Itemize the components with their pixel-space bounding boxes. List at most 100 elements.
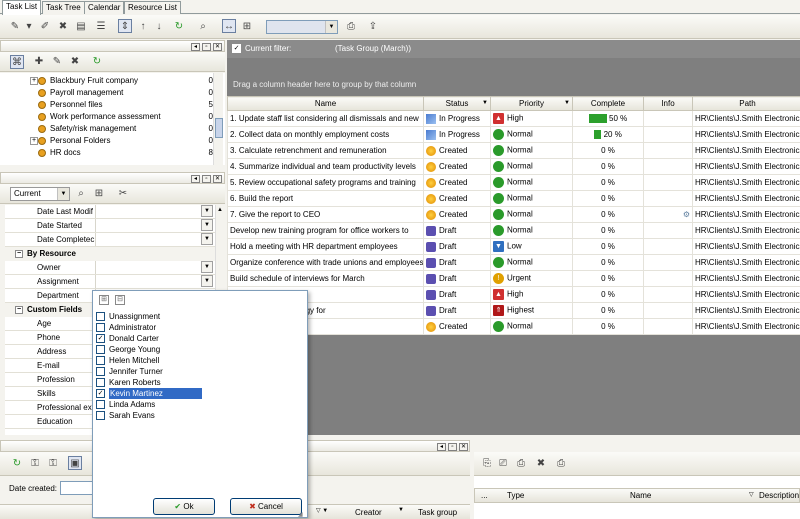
- chevron-down-icon[interactable]: ▼: [201, 261, 213, 273]
- cell-complete[interactable]: 0 %: [572, 238, 644, 255]
- view-combo[interactable]: Current ▼: [10, 187, 70, 201]
- col-name-label[interactable]: Name: [630, 491, 651, 500]
- cell-priority[interactable]: Normal: [490, 142, 573, 159]
- scroll-up-icon[interactable]: ▲: [217, 207, 223, 213]
- filter-icon[interactable]: ⌕: [74, 187, 88, 201]
- chevron-down-icon[interactable]: ▼: [201, 219, 213, 231]
- cell-path[interactable]: HR\Clients\J.Smith Electronics,: [692, 158, 800, 175]
- cell-complete[interactable]: 0 %: [572, 190, 644, 207]
- cell-info[interactable]: [643, 318, 693, 335]
- filter-dropdown-icon[interactable]: ▼: [398, 507, 404, 513]
- cell-info[interactable]: [643, 110, 693, 127]
- cell-priority[interactable]: ⇑ Highest: [490, 302, 573, 319]
- table-row[interactable]: 7. Give the report to CEO Created Normal 0 …: [227, 206, 800, 223]
- assignee-item[interactable]: ✓ Donald Carter: [96, 333, 201, 344]
- move-down-icon[interactable]: ↓: [152, 20, 166, 34]
- cell-path[interactable]: HR\Clients\J.Smith Electronics,: [692, 190, 800, 207]
- cell-status[interactable]: Draft: [423, 270, 491, 287]
- cell-path[interactable]: HR\Clients\J.Smith Electronics,: [692, 174, 800, 191]
- cell-info[interactable]: [643, 222, 693, 239]
- table-row[interactable]: Organize conference with trade unions an…: [227, 254, 800, 271]
- cell-name[interactable]: 4. Summarize individual and team product…: [227, 158, 424, 175]
- chevron-down-icon[interactable]: ▼: [201, 275, 213, 287]
- chevron-down-icon[interactable]: ▼: [201, 233, 213, 245]
- cell-name[interactable]: 7. Give the report to CEO: [227, 206, 424, 223]
- tab-task-tree[interactable]: Task Tree: [42, 1, 85, 14]
- col-type-label[interactable]: Type: [507, 491, 524, 500]
- cell-name[interactable]: Develop new training program for office …: [227, 222, 424, 239]
- col-header-path[interactable]: Path: [692, 96, 800, 111]
- refresh-icon[interactable]: ↻: [10, 457, 24, 471]
- resize-grip-icon[interactable]: ◢: [298, 511, 306, 518]
- table-row[interactable]: Hold a meeting with HR department employ…: [227, 238, 800, 255]
- cell-info[interactable]: [643, 126, 693, 143]
- save-icon[interactable]: ⎙: [514, 457, 528, 471]
- property-row[interactable]: Assignment ▼: [5, 275, 217, 289]
- delete-icon[interactable]: ✖: [56, 20, 70, 34]
- expand-icon[interactable]: +: [30, 77, 38, 85]
- filter-value[interactable]: (Task Group (March)): [335, 44, 411, 53]
- cell-path[interactable]: HR\Clients\J.Smith Electronics,: [692, 318, 800, 335]
- table-row[interactable]: Build schedule of interviews for March Dr…: [227, 270, 800, 287]
- cell-priority[interactable]: ! Urgent: [490, 270, 573, 287]
- cell-priority[interactable]: ▲ High: [490, 110, 573, 127]
- cell-status[interactable]: In Progress: [423, 110, 491, 127]
- attach-icon[interactable]: ⎘: [480, 457, 494, 471]
- cell-status[interactable]: Created: [423, 318, 491, 335]
- folder-icon[interactable]: ▤: [74, 20, 88, 34]
- table-row[interactable]: 4. Summarize individual and team product…: [227, 158, 800, 175]
- cell-complete[interactable]: 0 %: [572, 158, 644, 175]
- table-row[interactable]: edit departmentDraft▲High0 %HR\Clients\J…: [227, 286, 800, 303]
- cell-complete[interactable]: 20 %: [572, 126, 644, 143]
- tree-scrollbar[interactable]: [213, 73, 223, 165]
- columns-icon[interactable]: ⊞: [92, 187, 106, 201]
- assignee-checkbox[interactable]: ✓: [96, 389, 105, 398]
- cell-name[interactable]: Organize conference with trade unions an…: [227, 254, 424, 271]
- cell-info[interactable]: ⚙: [643, 206, 693, 223]
- cell-status[interactable]: Created: [423, 142, 491, 159]
- assignee-checkbox[interactable]: [96, 345, 105, 354]
- cell-complete[interactable]: 0 %: [572, 254, 644, 271]
- cell-name[interactable]: 6. Build the report: [227, 190, 424, 207]
- edit-icon[interactable]: ✐: [38, 20, 52, 34]
- cell-name[interactable]: 2. Collect data on monthly employment co…: [227, 126, 424, 143]
- cell-priority[interactable]: Normal: [490, 174, 573, 191]
- filter-icon[interactable]: ⌘: [10, 55, 24, 69]
- cell-complete[interactable]: 0 %: [572, 142, 644, 159]
- cell-status[interactable]: Draft: [423, 222, 491, 239]
- col-creator-label[interactable]: Creator: [355, 508, 382, 517]
- cell-priority[interactable]: Normal: [490, 190, 573, 207]
- col-header-status[interactable]: Status ▼: [423, 96, 491, 111]
- unlock-icon[interactable]: ⚿: [46, 457, 60, 471]
- close-icon[interactable]: ✕: [459, 443, 468, 451]
- expand-icon[interactable]: +: [30, 137, 38, 145]
- cell-status[interactable]: Draft: [423, 238, 491, 255]
- cell-status[interactable]: Draft: [423, 286, 491, 303]
- table-row[interactable]: training with staffCreatedNormal0 %HR\Cl…: [227, 318, 800, 335]
- assignee-checkbox[interactable]: ✓: [96, 334, 105, 343]
- assignee-checkbox[interactable]: [96, 411, 105, 420]
- property-row[interactable]: Owner ▼: [5, 261, 217, 275]
- collapse-icon[interactable]: −: [15, 306, 23, 314]
- cell-path[interactable]: HR\Clients\J.Smith Electronics,: [692, 126, 800, 143]
- property-row[interactable]: Date Last Modif ▼: [5, 205, 217, 219]
- assignee-checkbox[interactable]: [96, 312, 105, 321]
- close-icon[interactable]: ✕: [213, 43, 222, 51]
- assignee-checkbox[interactable]: [96, 400, 105, 409]
- cell-priority[interactable]: ▲ High: [490, 286, 573, 303]
- tree-item[interactable]: Work performance assessment 0: [0, 111, 215, 123]
- edit-folder-icon[interactable]: ✎: [50, 55, 64, 69]
- cell-complete[interactable]: 0 %: [572, 270, 644, 287]
- print-icon[interactable]: ⎙: [344, 20, 358, 34]
- cell-path[interactable]: HR\Clients\J.Smith Electronics,: [692, 270, 800, 287]
- col-header-info[interactable]: Info: [643, 96, 693, 111]
- fit-width-icon[interactable]: ↔: [222, 19, 236, 33]
- close-icon[interactable]: ✕: [213, 175, 222, 183]
- dropdown-icon[interactable]: ▾: [22, 20, 36, 34]
- property-row[interactable]: Date Started ▼: [5, 219, 217, 233]
- pin-icon[interactable]: ◂: [191, 43, 200, 51]
- tree-item[interactable]: HR docs 8: [0, 147, 215, 159]
- cell-path[interactable]: HR\Clients\J.Smith Electronics,: [692, 286, 800, 303]
- info-icon[interactable]: ⚙: [683, 210, 690, 219]
- tab-calendar[interactable]: Calendar: [84, 1, 125, 14]
